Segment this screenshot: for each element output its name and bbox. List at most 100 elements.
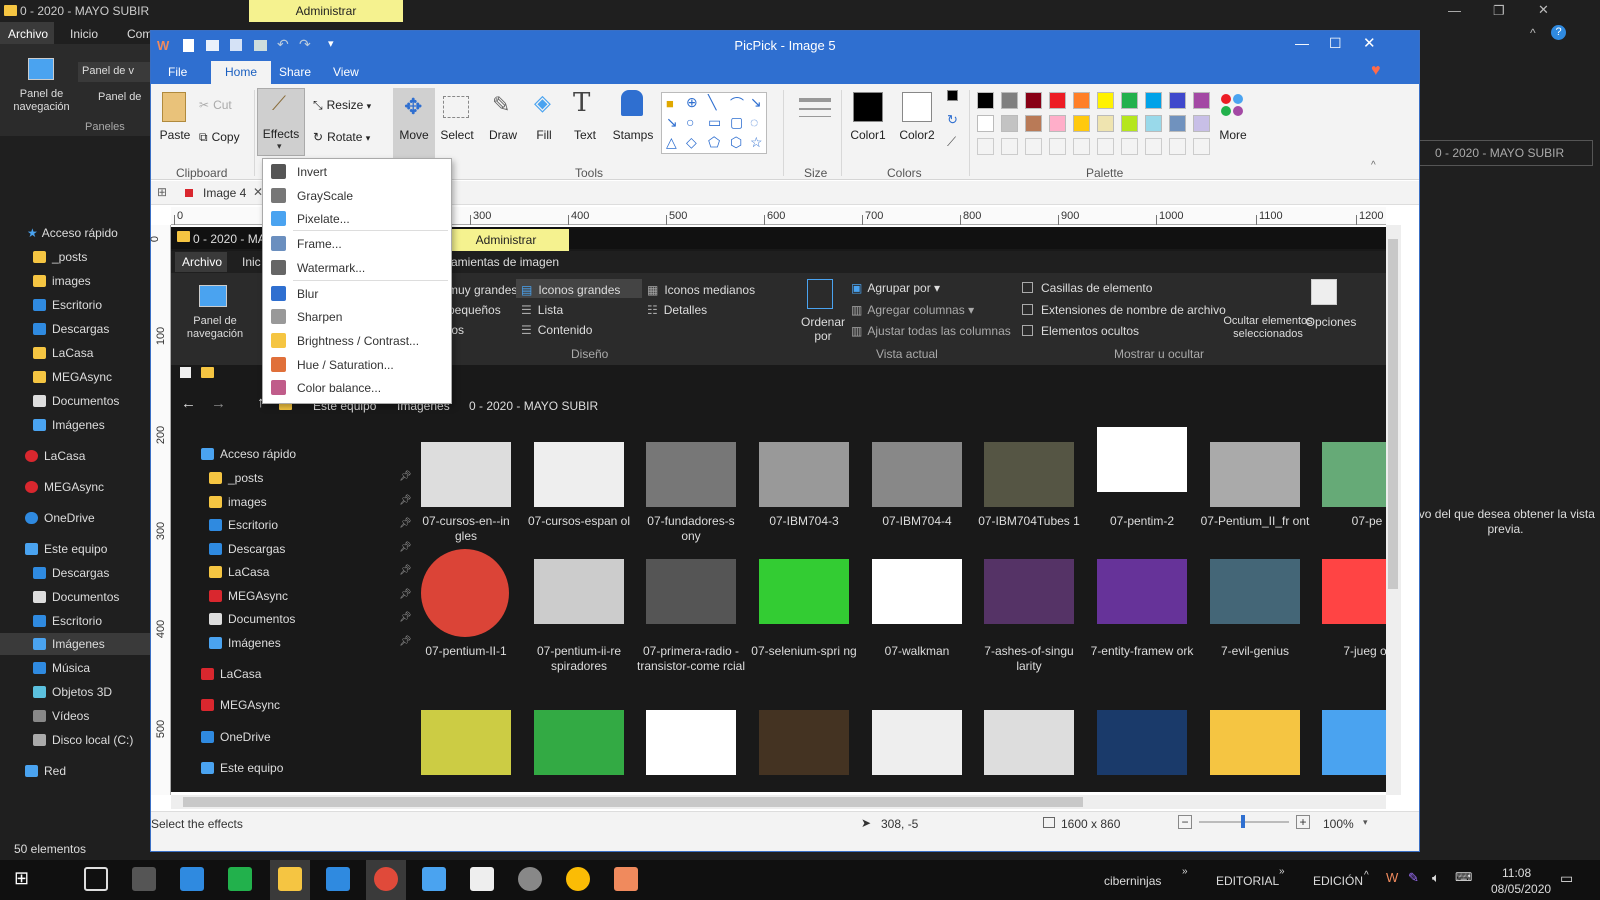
nav-item-lacasa[interactable]: LaCasa (33, 346, 93, 360)
eyedropper-icon[interactable]: ⟋ (947, 134, 956, 150)
palette-swatch[interactable] (1145, 92, 1162, 109)
palette-swatch[interactable] (977, 115, 994, 132)
palette-swatch[interactable] (1025, 115, 1042, 132)
nav-item-escritorio[interactable]: Escritorio (33, 298, 102, 312)
nav-item-objetos-3d[interactable]: Objetos 3D (33, 685, 112, 699)
nav-item-descargas-2[interactable]: Descargas (33, 566, 109, 580)
palette-empty-swatch[interactable] (977, 138, 994, 155)
color1-button[interactable]: Color1 (847, 128, 889, 142)
palette-swatch[interactable] (1193, 115, 1210, 132)
palette-empty-swatch[interactable] (1193, 138, 1210, 155)
tab-share[interactable]: Share (279, 65, 311, 79)
cut-button[interactable]: ✂ Cut (199, 98, 232, 112)
zoom-in-button[interactable]: + (1296, 815, 1310, 829)
utility-app-icon[interactable] (518, 867, 542, 891)
picpick-taskbar-icon[interactable] (614, 867, 638, 891)
rounded-rect-shape-icon[interactable]: ▢ (730, 114, 743, 131)
nav-item-megasync[interactable]: MEGAsync (33, 370, 112, 384)
taskbar-toolbar-editorial[interactable]: EDITORIAL (1216, 874, 1279, 888)
palette-swatch[interactable] (977, 92, 994, 109)
nav-item-videos[interactable]: Vídeos (33, 709, 89, 723)
menu-item-pixelate[interactable]: Pixelate... (263, 208, 451, 230)
vertical-scrollbar[interactable] (1386, 225, 1401, 795)
volume-icon[interactable]: 🔈︎ (1432, 870, 1440, 886)
nav-item-onedrive[interactable]: OneDrive (25, 511, 95, 525)
tab-home[interactable]: Home (211, 61, 271, 84)
copy-button[interactable]: ⧉ Copy (199, 130, 240, 145)
chrome-alt-icon[interactable] (374, 867, 398, 891)
nav-item-images[interactable]: images (33, 274, 91, 288)
nav-item-musica[interactable]: Música (33, 661, 90, 675)
close-icon[interactable]: ✕ (1363, 34, 1376, 52)
chevron-right-icon[interactable]: » (1182, 866, 1188, 877)
tab-view[interactable]: View (333, 65, 359, 79)
palette-empty-swatch[interactable] (1145, 138, 1162, 155)
color1-swatch[interactable] (853, 92, 883, 122)
horizontal-scroll-thumb[interactable] (183, 797, 1083, 807)
collapse-ribbon-icon[interactable]: ^ (1371, 160, 1376, 171)
rotate-button[interactable]: ↻ Rotate ▾ (313, 130, 370, 144)
desktop-app-icon[interactable] (132, 867, 156, 891)
horizontal-scrollbar[interactable] (171, 795, 1386, 809)
menu-item-watermark[interactable]: Watermark... (263, 257, 451, 279)
group-size-label[interactable]: Size (804, 166, 827, 180)
color2-button[interactable]: Color2 (896, 128, 938, 142)
curve-arrow-shape-icon[interactable]: ↘ (666, 114, 678, 131)
select-button[interactable]: Select (439, 128, 475, 142)
excel-app-icon[interactable] (228, 867, 252, 891)
bg-tab-com[interactable]: Com (127, 27, 152, 41)
palette-swatch[interactable] (1025, 92, 1042, 109)
stamps-button[interactable]: Stamps (611, 128, 655, 142)
status-zoom[interactable]: 100% (1323, 817, 1354, 831)
keyboard-icon[interactable]: ⌨ (1455, 870, 1472, 884)
palette-swatch[interactable] (1169, 115, 1186, 132)
nav-item-documentos[interactable]: Documentos (33, 394, 119, 408)
menu-item-sharpen[interactable]: Sharpen (263, 306, 451, 328)
app-window-icon[interactable] (422, 867, 446, 891)
minimize-icon[interactable]: — (1295, 35, 1309, 51)
nav-quick-access[interactable]: ★ Acceso rápido (27, 226, 118, 240)
palette-empty-swatch[interactable] (1001, 138, 1018, 155)
windows-start-icon[interactable]: ⊞ (14, 868, 29, 889)
shapes-gallery[interactable]: ■ ⊕ ╲ ⌒ ↘ ↘ ○ ▭ ▢ ◌ △ ◇ ⬠ ⬡ ☆ (661, 92, 767, 154)
notification-icon[interactable]: ▭ (1560, 870, 1573, 887)
nav-pane-button[interactable]: Panel de navegación (4, 88, 79, 114)
hexagon-shape-icon[interactable]: ⬡ (730, 134, 742, 151)
palette-swatch[interactable] (1169, 92, 1186, 109)
nav-item-lacasa-mega[interactable]: LaCasa (25, 449, 85, 463)
palette-swatch[interactable] (1121, 115, 1138, 132)
menu-item-grayscale[interactable]: GrayScale (263, 185, 451, 207)
bg-tab-archivo[interactable]: Archivo (8, 27, 48, 41)
nav-item-red[interactable]: Red (25, 764, 66, 778)
rect-outline-shape-icon[interactable]: ▭ (708, 114, 721, 131)
rectangle-shape-icon[interactable]: ■ (666, 96, 674, 111)
clock-date[interactable]: 08/05/2020 (1491, 882, 1551, 896)
details-pane-button[interactable]: Panel de (98, 91, 141, 103)
text-button[interactable]: Text (567, 128, 603, 142)
palette-empty-swatch[interactable] (1097, 138, 1114, 155)
file-explorer-icon[interactable] (278, 867, 302, 891)
nav-item-este-equipo[interactable]: Este equipo (25, 542, 107, 556)
menu-item-frame[interactable]: Frame... (263, 233, 451, 255)
menu-item-hue-saturation[interactable]: Hue / Saturation... (263, 354, 451, 376)
palette-swatch[interactable] (1121, 92, 1138, 109)
doc-tab-image4[interactable]: Image 4 (203, 186, 246, 200)
maximize-icon[interactable]: ❐ (1493, 3, 1505, 19)
menu-item-brightness-contrast[interactable]: Brightness / Contrast... (263, 330, 451, 352)
menu-item-color-balance[interactable]: Color balance... (263, 377, 451, 399)
nav-item-imagenes[interactable]: Imágenes (33, 418, 105, 432)
palette-swatch[interactable] (1073, 92, 1090, 109)
callout-shape-icon[interactable]: ◌ (750, 114, 758, 130)
palette-swatch[interactable] (1001, 115, 1018, 132)
nav-item-imagenes-2[interactable]: Imágenes (33, 637, 105, 651)
preview-pane-button[interactable]: Panel de v (78, 62, 150, 82)
nav-item-disco-local[interactable]: Disco local (C:) (33, 733, 133, 747)
star-shape-icon[interactable]: ☆ (750, 134, 763, 151)
chevron-up-icon[interactable]: ^ (1530, 26, 1536, 40)
zoom-dropdown-icon[interactable]: ▾ (1363, 817, 1368, 828)
tray-pen-icon[interactable]: ✎ (1408, 870, 1419, 886)
tab-file[interactable]: File (168, 65, 187, 79)
nav-item-escritorio-2[interactable]: Escritorio (33, 614, 102, 628)
paste-button[interactable]: Paste (157, 128, 193, 142)
crosshair-shape-icon[interactable]: ⊕ (686, 94, 698, 111)
